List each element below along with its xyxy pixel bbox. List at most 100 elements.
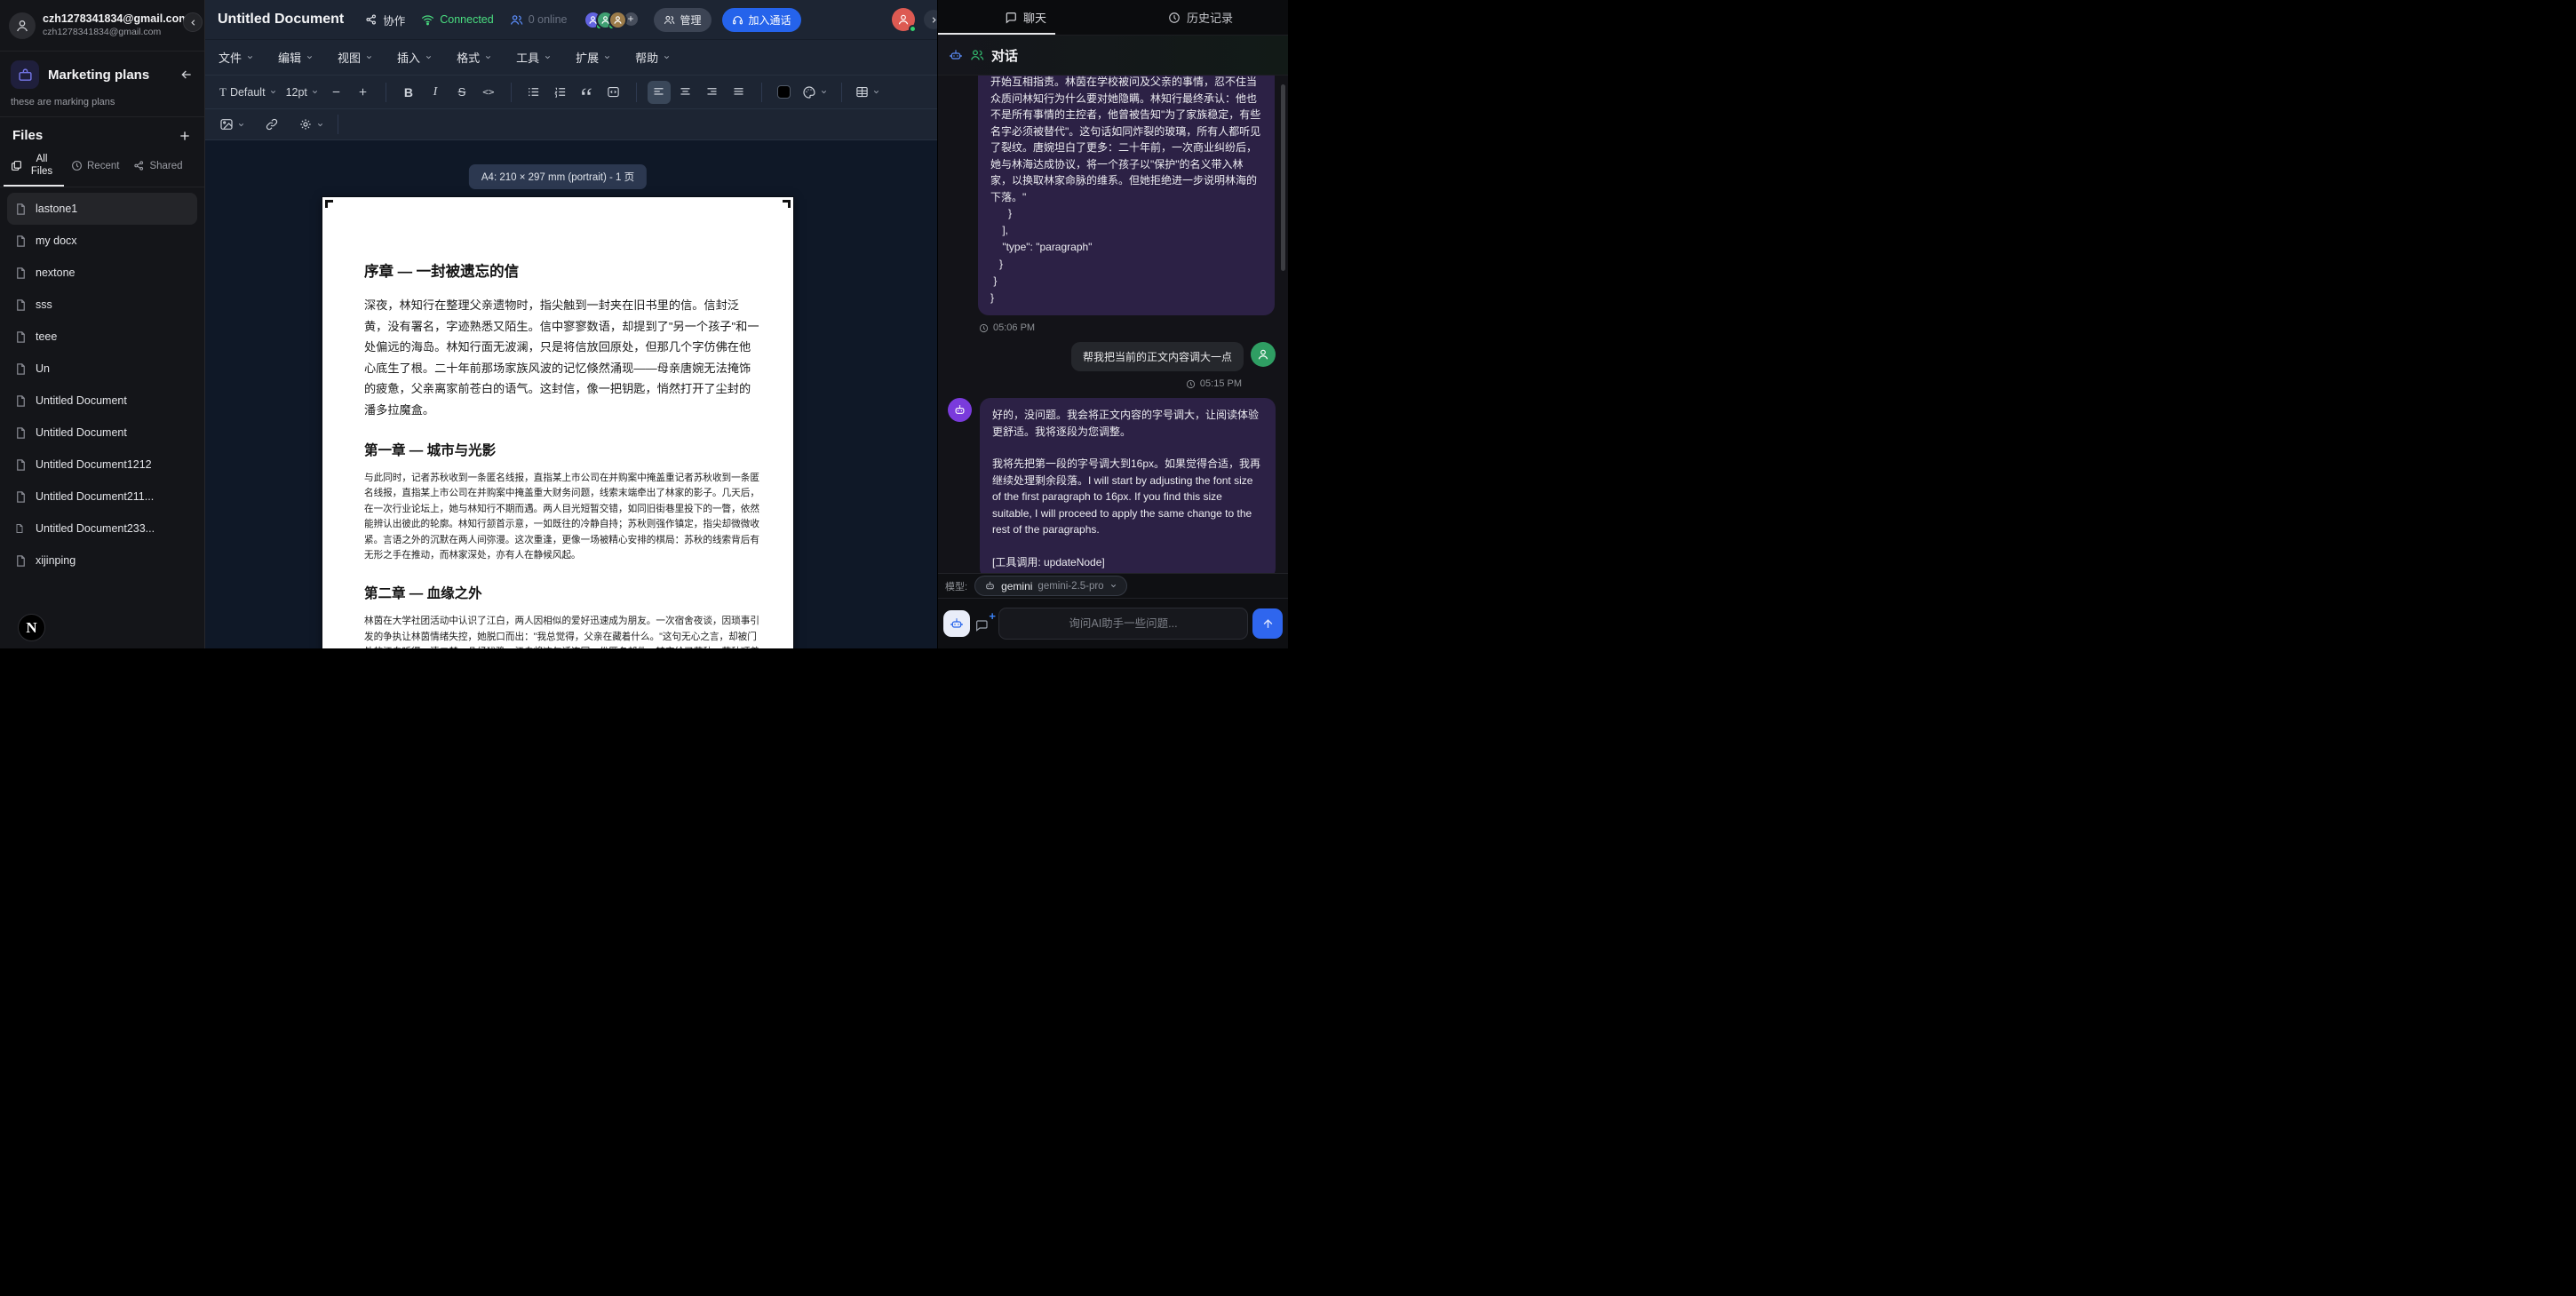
numbered-list-button[interactable] (549, 81, 572, 104)
tab-label: All Files (27, 154, 57, 177)
italic-button[interactable]: I (424, 81, 447, 104)
collaborator-avatar[interactable] (608, 11, 627, 29)
file-item[interactable]: Untitled Document (0, 417, 204, 449)
chat-input-row: + (938, 598, 1288, 648)
code-block-button[interactable] (602, 81, 625, 104)
document-canvas[interactable]: A4: 210 × 297 mm (portrait) - 1 页 序章 — 一… (205, 140, 937, 648)
ai-message-bubble: 好的，没问题。我会将正文内容的字号调大，让阅读体验更舒适。我将逐段为您调整。 我… (980, 398, 1276, 573)
file-icon (14, 330, 28, 344)
menu-label: 视图 (338, 49, 361, 66)
chevron-down-icon (872, 88, 880, 96)
join-call-label: 加入通话 (749, 12, 791, 28)
chat-scrollbar[interactable] (1281, 84, 1285, 271)
current-user-avatar[interactable] (892, 8, 915, 31)
menu-extensions[interactable]: 扩展 (576, 49, 611, 66)
chevron-down-icon (237, 121, 245, 129)
inline-code-button[interactable]: <> (477, 81, 500, 104)
align-left-button[interactable] (648, 81, 671, 104)
collab-button[interactable]: 协作 (365, 12, 405, 28)
page-corner-mark (783, 200, 791, 208)
blockquote-button[interactable] (576, 81, 599, 104)
tab-shared[interactable]: Shared (126, 147, 189, 187)
file-name: Untitled Document1212 (36, 458, 152, 471)
message-timestamp: 05:06 PM (979, 322, 1275, 333)
account-email-title: czh1278341834@gmail.com (43, 12, 188, 27)
manage-button[interactable]: 管理 (654, 8, 712, 32)
file-item[interactable]: xijinping (0, 545, 204, 576)
editor-settings-button[interactable] (296, 113, 327, 136)
document-page[interactable]: 序章 — 一封被遗忘的信 深夜，林知行在整理父亲遗物时，指尖触到一封夹在旧书里的… (322, 197, 793, 648)
doc-paragraph: 林茵在大学社团活动中认识了江白，两人因相似的爱好迅速成为朋友。一次宿舍夜谈，因琐… (364, 614, 759, 648)
menu-label: 工具 (516, 49, 539, 66)
page-corner-mark (325, 200, 333, 208)
text-color-swatch[interactable] (773, 81, 796, 104)
file-item[interactable]: nextone (0, 257, 204, 289)
strikethrough-button[interactable]: S (450, 81, 473, 104)
manage-label: 管理 (680, 12, 702, 28)
model-selector[interactable]: gemini gemini-2.5-pro (974, 576, 1127, 596)
file-icon (14, 458, 28, 472)
send-button[interactable] (1252, 608, 1283, 639)
user-avatar (1251, 342, 1276, 367)
user-message-row: 帮我把当前的正文内容调大一点 (991, 342, 1276, 371)
font-size-select[interactable]: 12pt (283, 81, 322, 104)
align-center-button[interactable] (674, 81, 697, 104)
add-file-button[interactable] (178, 129, 192, 143)
insert-image-button[interactable] (217, 113, 248, 136)
workspace-back-icon[interactable] (179, 68, 194, 82)
increase-size-button[interactable] (352, 81, 375, 104)
tab-history[interactable]: 历史记录 (1113, 0, 1288, 35)
file-item[interactable]: Untitled Document211... (0, 481, 204, 513)
clock-icon (979, 323, 989, 333)
menu-edit[interactable]: 编辑 (278, 49, 314, 66)
menu-help[interactable]: 帮助 (635, 49, 671, 66)
file-item[interactable]: teee (0, 321, 204, 353)
menu-label: 帮助 (635, 49, 658, 66)
menu-format[interactable]: 格式 (457, 49, 492, 66)
file-item[interactable]: Untitled Document (0, 385, 204, 417)
new-message-button[interactable]: + (974, 613, 994, 634)
font-size-value: 12pt (286, 86, 307, 99)
font-family-select[interactable]: T Default (217, 81, 280, 104)
ai-assistant-toggle-button[interactable] (943, 610, 970, 637)
message-list[interactable]: 开始互相指责。林茵在学校被问及父亲的事情，忍不住当众质问林知行为什么要对她隐瞒。… (938, 76, 1288, 573)
file-item[interactable]: Un (0, 353, 204, 385)
file-item[interactable]: sss (0, 289, 204, 321)
join-call-button[interactable]: 加入通话 (722, 8, 801, 32)
menu-view[interactable]: 视图 (338, 49, 373, 66)
menu-insert[interactable]: 插入 (397, 49, 433, 66)
chevron-down-icon (544, 53, 552, 61)
file-icon (14, 298, 28, 312)
tab-all-files[interactable]: All Files (4, 147, 64, 187)
user-avatar-icon (9, 12, 36, 39)
file-icon (14, 362, 28, 376)
file-name: teee (36, 330, 57, 343)
chat-input[interactable] (998, 608, 1248, 640)
tab-recent[interactable]: Recent (64, 147, 126, 187)
file-icon (14, 490, 28, 504)
file-item[interactable]: Untitled Document233... (0, 513, 204, 545)
decrease-size-button[interactable] (325, 81, 348, 104)
color-palette-button[interactable] (799, 81, 831, 104)
bold-button[interactable]: B (397, 81, 420, 104)
menu-label: 扩展 (576, 49, 599, 66)
file-item[interactable]: Untitled Document1212 (0, 449, 204, 481)
menu-tools[interactable]: 工具 (516, 49, 552, 66)
sidebar-collapse-button[interactable] (183, 12, 203, 32)
doc-heading-chapter1: 第一章 — 城市与光影 (364, 440, 759, 459)
menu-file[interactable]: 文件 (219, 49, 254, 66)
menu-label: 格式 (457, 49, 480, 66)
document-title[interactable]: Untitled Document (218, 12, 344, 28)
file-item[interactable]: lastone1 (7, 193, 197, 225)
bullet-list-button[interactable] (522, 81, 545, 104)
align-right-button[interactable] (701, 81, 724, 104)
insert-link-button[interactable] (260, 113, 283, 136)
file-icon (14, 266, 28, 280)
file-item[interactable]: my docx (0, 225, 204, 257)
workspace-section: Marketing plans these are marking plans (0, 52, 204, 117)
align-justify-button[interactable] (727, 81, 751, 104)
account-header: czh1278341834@gmail.com czh1278341834@gm… (0, 0, 204, 52)
insert-table-button[interactable] (853, 81, 883, 104)
tab-chat[interactable]: 聊天 (938, 0, 1113, 35)
share-nodes-icon (365, 13, 378, 26)
